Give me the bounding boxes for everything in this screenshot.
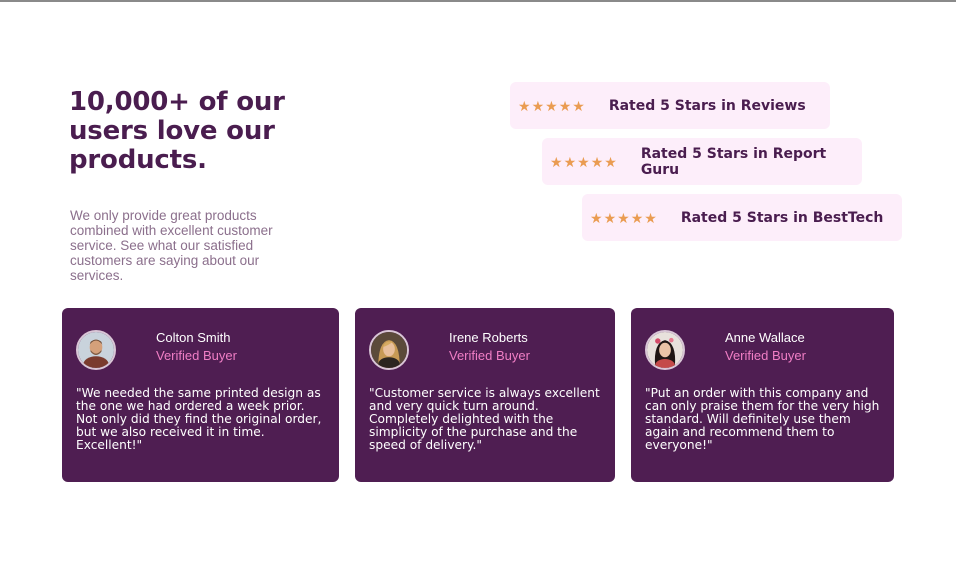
star-icon: ★ bbox=[603, 209, 617, 226]
reviewer-name: Anne Wallace bbox=[725, 330, 805, 345]
star-icon: ★ bbox=[590, 209, 603, 226]
testimonial-card: Irene Roberts Verified Buyer "Customer s… bbox=[355, 308, 615, 482]
rating-label: Rated 5 Stars in Report Guru bbox=[640, 145, 827, 178]
star-icon: ★ bbox=[558, 97, 572, 114]
star-rating: ★ ★ ★ ★ ★ bbox=[550, 155, 617, 169]
rating-label: Rated 5 Stars in BestTech bbox=[680, 209, 884, 226]
star-icon: ★ bbox=[563, 153, 577, 170]
star-icon: ★ bbox=[572, 97, 585, 114]
reviewer-name: Irene Roberts bbox=[449, 330, 528, 345]
star-icon: ★ bbox=[630, 209, 644, 226]
star-icon: ★ bbox=[604, 153, 617, 170]
star-icon: ★ bbox=[531, 97, 545, 114]
testimonial-card: Colton Smith Verified Buyer "We needed t… bbox=[62, 308, 339, 482]
intro-text: We only provide great products combined … bbox=[70, 208, 273, 283]
rating-label: Rated 5 Stars in Reviews bbox=[608, 97, 806, 114]
star-icon: ★ bbox=[518, 97, 531, 114]
testimonial-quote: "Customer service is always excellent an… bbox=[369, 386, 600, 452]
star-icon: ★ bbox=[590, 153, 604, 170]
testimonial-card: Anne Wallace Verified Buyer "Put an orde… bbox=[631, 308, 894, 482]
rating-reviews: ★ ★ ★ ★ ★ Rated 5 Stars in Reviews bbox=[510, 82, 830, 129]
star-icon: ★ bbox=[617, 209, 630, 226]
rating-report-guru: ★ ★ ★ ★ ★ Rated 5 Stars in Report Guru bbox=[542, 138, 862, 185]
star-icon: ★ bbox=[545, 97, 558, 114]
testimonial-quote: "Put an order with this company and can … bbox=[645, 386, 880, 452]
verified-badge: Verified Buyer bbox=[449, 348, 530, 363]
star-icon: ★ bbox=[577, 153, 590, 170]
star-rating: ★ ★ ★ ★ ★ bbox=[590, 211, 657, 225]
testimonial-quote: "We needed the same printed design as th… bbox=[76, 386, 322, 452]
star-icon: ★ bbox=[644, 209, 657, 226]
verified-badge: Verified Buyer bbox=[725, 348, 806, 363]
avatar bbox=[645, 330, 685, 370]
star-icon: ★ bbox=[550, 153, 563, 170]
page-headline: 10,000+ of our users love our products. bbox=[69, 87, 285, 175]
avatar bbox=[76, 330, 116, 370]
star-rating: ★ ★ ★ ★ ★ bbox=[518, 99, 585, 113]
rating-besttech: ★ ★ ★ ★ ★ Rated 5 Stars in BestTech bbox=[582, 194, 902, 241]
avatar bbox=[369, 330, 409, 370]
top-border bbox=[0, 0, 956, 2]
verified-badge: Verified Buyer bbox=[156, 348, 237, 363]
reviewer-name: Colton Smith bbox=[156, 330, 231, 345]
